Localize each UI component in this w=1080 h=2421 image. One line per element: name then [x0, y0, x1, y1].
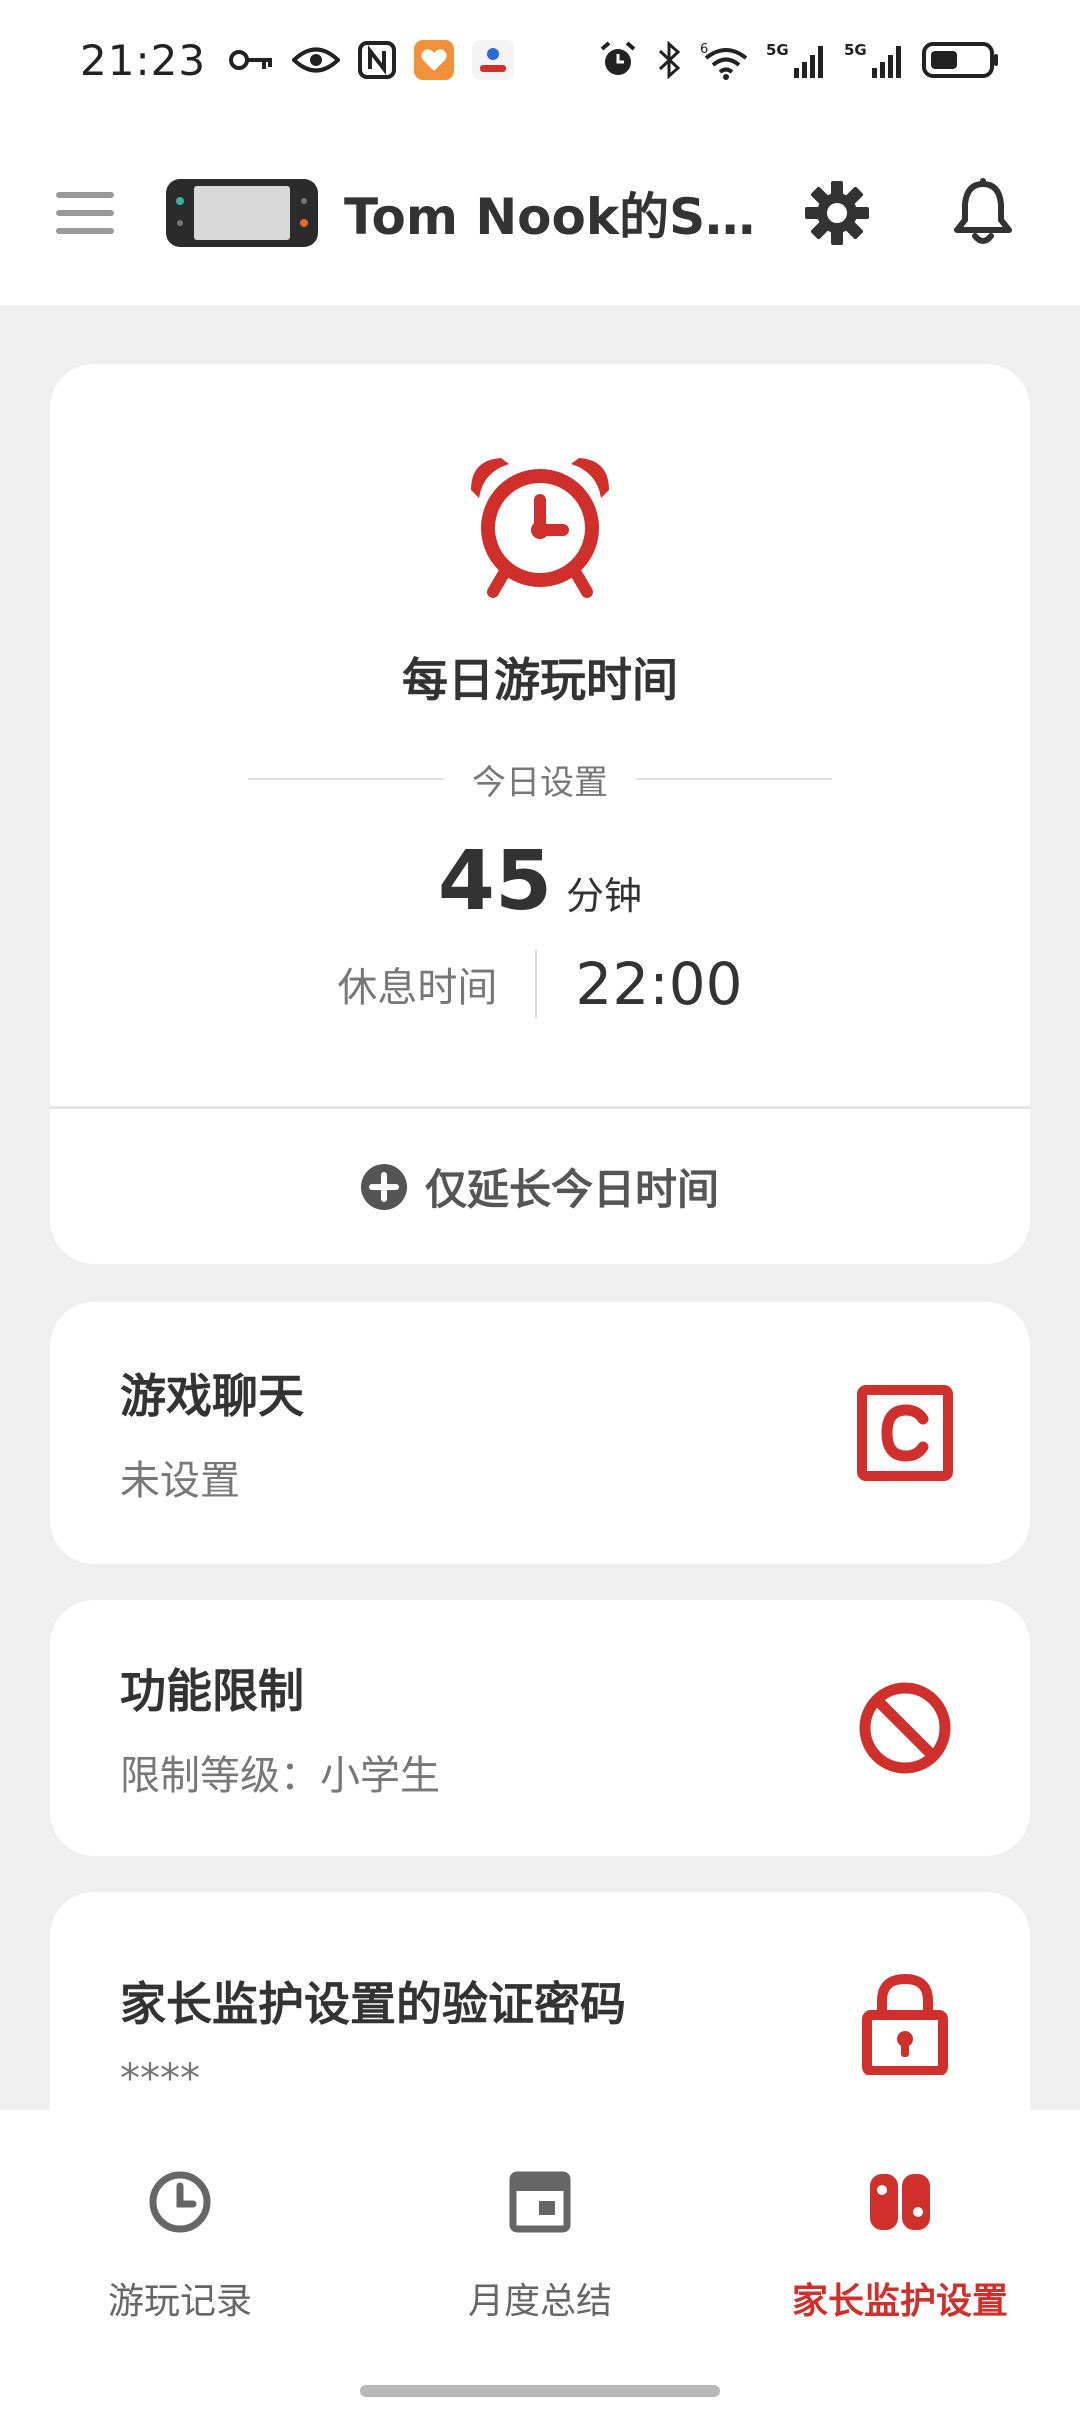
calendar-icon: [500, 2162, 580, 2242]
notifications-button[interactable]: [938, 168, 1028, 258]
extend-today-button[interactable]: 仅延长今日时间: [50, 1109, 1030, 1264]
status-left-icons: [228, 40, 515, 80]
status-right-icons: 6 5G 5G: [598, 40, 1000, 80]
lock-icon: [862, 1973, 948, 2075]
pin-title: 家长监护设置的验证密码: [120, 1977, 626, 2031]
rest-time-value: 22:00: [575, 950, 743, 1018]
bottom-navigation: 游玩记录 月度总结 家长监护设置: [0, 2110, 1080, 2421]
gear-icon: [805, 180, 869, 245]
clock-icon: [140, 2162, 220, 2242]
pin-value: ****: [120, 2056, 200, 2102]
nav-monthly-summary-label: 月度总结: [467, 2281, 612, 2322]
divider-line-right: [636, 778, 832, 780]
signal-5g-icon-2: 5G: [844, 40, 904, 80]
divider-line-left: [248, 778, 444, 780]
game-chat-icon-wrap: [850, 1378, 960, 1488]
function-limits-card[interactable]: 功能限制 限制等级：小学生: [50, 1600, 1030, 1856]
alarm-clock-icon: [471, 458, 609, 598]
today-setting-divider: 今日设置: [248, 754, 832, 804]
health-app-icon: [414, 40, 455, 80]
nav-parental-settings[interactable]: 家长监护设置: [720, 2110, 1080, 2421]
bluetooth-icon: [656, 40, 682, 80]
alarm-status-icon: [598, 40, 638, 80]
news-app-icon: [472, 40, 515, 80]
game-chat-status: 未设置: [120, 1458, 240, 1504]
rest-time-row: 休息时间 22:00: [50, 949, 1030, 1019]
function-limits-icon-wrap: [850, 1673, 960, 1783]
rest-time-separator: [535, 949, 538, 1019]
signal-5g-icon-1: 5G: [766, 40, 826, 80]
nav-parental-settings-label: 家长监护设置: [791, 2281, 1008, 2322]
signal-5g-label-1: 5G: [766, 41, 789, 59]
daily-play-time-card[interactable]: 每日游玩时间 今日设置 45 分钟 休息时间 22:00 仅延长今日时间: [50, 364, 1030, 1264]
daily-play-title: 每日游玩时间: [402, 653, 678, 707]
app-screen: 21:23 6 5G 5G Tom Nook的Swi 每日游玩时间 今日设置 4…: [0, 0, 1080, 2421]
signal-5g-label-2: 5G: [844, 41, 867, 59]
chat-c-icon: [857, 1385, 953, 1481]
home-indicator[interactable]: [360, 2385, 720, 2397]
switch-console-image: [166, 178, 318, 247]
battery-icon: [922, 40, 1000, 80]
game-chat-card[interactable]: 游戏聊天 未设置: [50, 1302, 1030, 1564]
app-header: Tom Nook的Switch: [0, 120, 1080, 305]
bell-icon: [954, 177, 1012, 244]
game-chat-title: 游戏聊天: [120, 1369, 304, 1423]
extend-today-label: 仅延长今日时间: [424, 1165, 719, 1214]
rest-time-label: 休息时间: [337, 965, 498, 1011]
prohibited-icon: [859, 1682, 951, 1774]
minutes-row: 45 分钟: [50, 834, 1030, 929]
function-limits-level: 限制等级：小学生: [120, 1753, 440, 1799]
hamburger-menu-icon: [56, 191, 114, 234]
wifi-icon: 6: [700, 40, 748, 80]
status-time: 21:23: [80, 35, 207, 85]
pin-text: 家长监护设置的验证密码 ****: [120, 1968, 850, 2102]
settings-button[interactable]: [792, 168, 882, 258]
game-chat-text: 游戏聊天 未设置: [120, 1360, 850, 1506]
eye-icon: [292, 45, 341, 75]
switch-console-icon: [860, 2162, 940, 2242]
function-limits-title: 功能限制: [120, 1664, 304, 1718]
pin-icon-wrap: [850, 1968, 960, 2078]
status-bar: 21:23 6 5G 5G: [0, 0, 1080, 120]
nav-play-history-label: 游玩记录: [107, 2281, 252, 2322]
today-setting-label: 今日设置: [472, 762, 608, 803]
plus-circle-icon: [360, 1163, 407, 1210]
device-title: Tom Nook的Switch: [344, 187, 764, 246]
alarm-clock-icon-wrap: [50, 450, 1030, 600]
menu-button[interactable]: [56, 173, 136, 253]
nav-monthly-summary[interactable]: 月度总结: [360, 2110, 720, 2421]
function-limits-text: 功能限制 限制等级：小学生: [120, 1655, 850, 1801]
minutes-value: 45: [437, 834, 553, 929]
nfc-icon: [358, 41, 397, 79]
minutes-unit: 分钟: [566, 874, 643, 918]
key-icon: [228, 47, 274, 73]
nav-play-history[interactable]: 游玩记录: [0, 2110, 360, 2421]
